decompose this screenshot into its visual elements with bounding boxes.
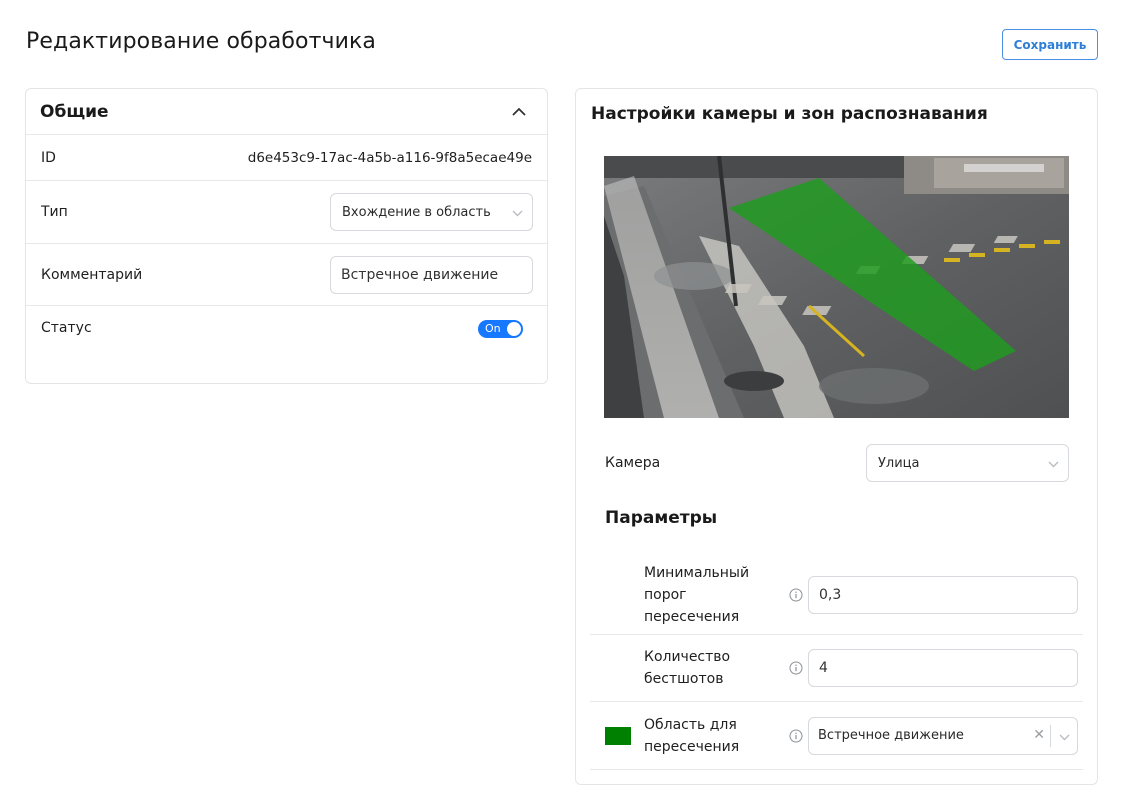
type-label: Тип bbox=[41, 204, 68, 220]
param-row-min-threshold: Минимальный порог пересечения 0,3 bbox=[590, 556, 1083, 635]
id-row: ID d6e453c9-17ac-4a5b-a116-9f8a5ecae49e bbox=[26, 135, 547, 181]
area-select[interactable]: Встречное движение ✕ bbox=[808, 716, 1078, 755]
param-label: Минимальный порог пересечения bbox=[644, 565, 750, 625]
camera-preview-image[interactable] bbox=[604, 156, 1069, 418]
zone-color-swatch bbox=[605, 726, 631, 745]
camera-settings-title: Настройки камеры и зон распознавания bbox=[591, 104, 988, 124]
bestshots-input[interactable]: 4 bbox=[808, 649, 1078, 687]
chevron-up-icon[interactable] bbox=[505, 98, 533, 126]
chevron-down-icon bbox=[1048, 457, 1059, 472]
id-value: d6e453c9-17ac-4a5b-a116-9f8a5ecae49e bbox=[247, 149, 532, 166]
params-title: Параметры bbox=[605, 508, 718, 528]
min-threshold-value: 0,3 bbox=[819, 587, 842, 603]
type-select-value: Вхождение в область bbox=[342, 204, 491, 220]
general-card: Общие ID d6e453c9-17ac-4a5b-a116-9f8a5ec… bbox=[25, 88, 548, 384]
info-icon[interactable] bbox=[788, 728, 803, 743]
param-label: Область для пересечения bbox=[644, 716, 740, 755]
toggle-knob bbox=[507, 322, 521, 336]
comment-row: Комментарий Встречное движение bbox=[26, 244, 547, 306]
status-toggle-text: On bbox=[485, 322, 501, 335]
id-label: ID bbox=[41, 149, 56, 166]
param-row-area: Область для пересечения Встречное движен… bbox=[590, 702, 1083, 770]
bestshots-value: 4 bbox=[819, 660, 828, 676]
general-card-title: Общие bbox=[40, 101, 109, 122]
param-row-bestshots: Количество бестшотов 4 bbox=[590, 635, 1083, 702]
comment-label: Комментарий bbox=[41, 266, 143, 283]
camera-row: Камера Улица bbox=[605, 444, 1069, 482]
page-title: Редактирование обработчика bbox=[26, 29, 376, 54]
info-icon[interactable] bbox=[788, 588, 803, 603]
comment-input[interactable]: Встречное движение bbox=[330, 255, 533, 294]
status-toggle[interactable]: On bbox=[478, 320, 523, 338]
general-card-header[interactable]: Общие bbox=[26, 89, 547, 135]
select-separator bbox=[1050, 724, 1051, 747]
save-button[interactable]: Сохранить bbox=[1002, 29, 1098, 60]
area-select-value: Встречное движение bbox=[818, 728, 964, 743]
type-row: Тип Вхождение в область bbox=[26, 181, 547, 244]
camera-select[interactable]: Улица bbox=[866, 444, 1069, 482]
clear-icon[interactable]: ✕ bbox=[1033, 727, 1045, 743]
status-row: Статус On bbox=[26, 306, 547, 350]
camera-settings-card: Настройки камеры и зон распознавания Кам… bbox=[575, 88, 1098, 785]
param-label: Количество бестшотов bbox=[644, 649, 731, 687]
camera-select-value: Улица bbox=[878, 455, 920, 471]
status-label: Статус bbox=[41, 320, 92, 336]
chevron-down-icon bbox=[512, 206, 523, 221]
chevron-down-icon[interactable] bbox=[1059, 730, 1070, 745]
comment-input-value: Встречное движение bbox=[341, 266, 499, 283]
type-select[interactable]: Вхождение в область bbox=[330, 193, 533, 231]
min-threshold-input[interactable]: 0,3 bbox=[808, 576, 1078, 614]
camera-label: Камера bbox=[605, 455, 661, 471]
info-icon[interactable] bbox=[788, 661, 803, 676]
